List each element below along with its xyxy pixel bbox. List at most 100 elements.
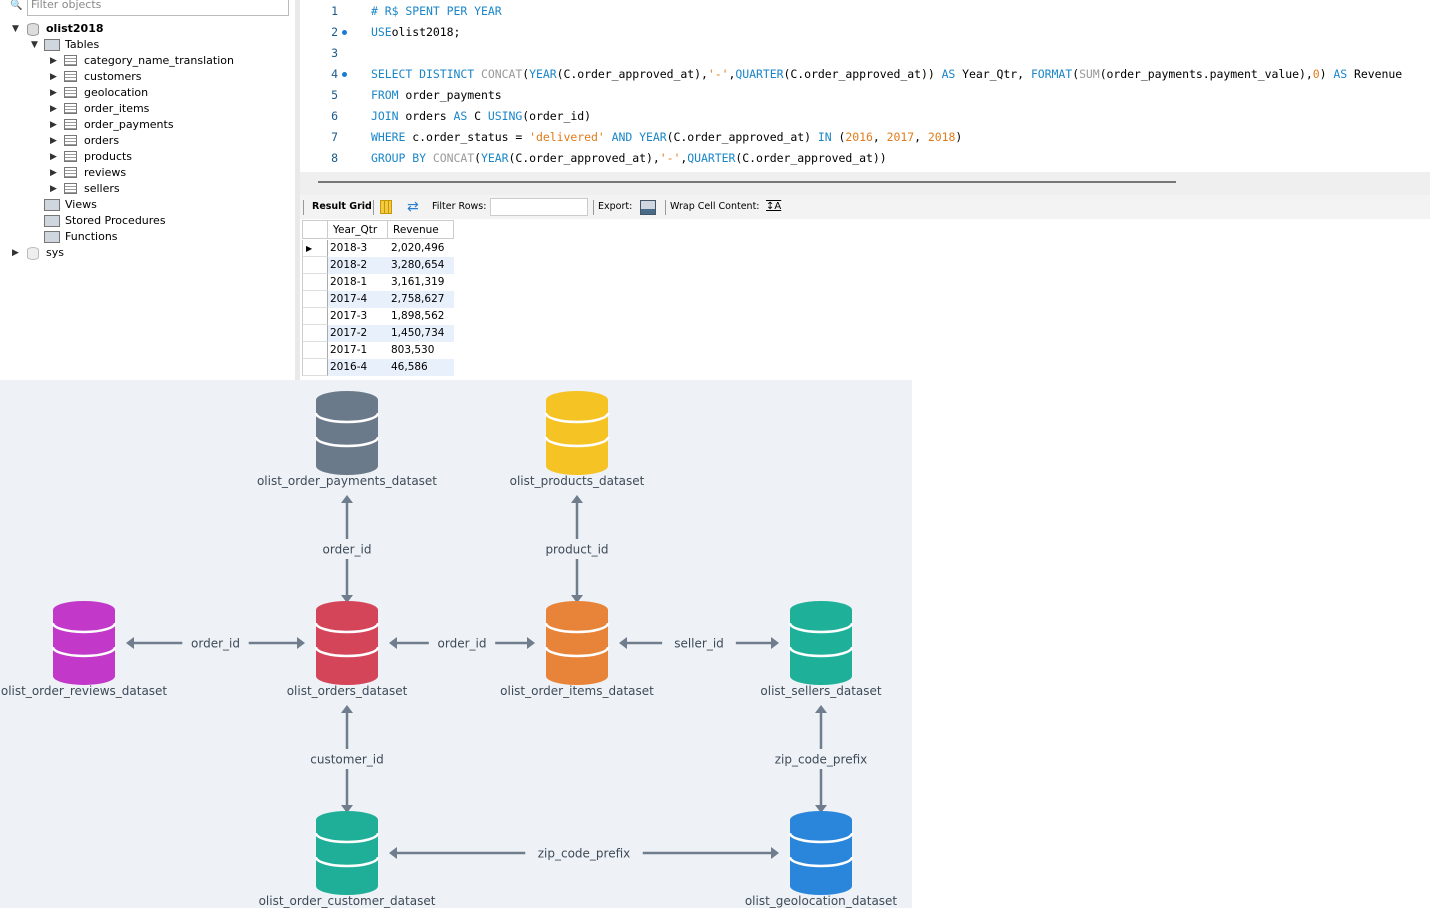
grid-cell[interactable]: 2018-3 [328, 240, 388, 257]
grid-cell[interactable]: 2017-2 [328, 325, 388, 342]
collapse-arrow-icon[interactable]: ▼ [12, 21, 19, 37]
grid-cell[interactable]: 46,586 [388, 359, 454, 376]
grid-cell[interactable]: 2018-1 [328, 274, 388, 291]
code-token: Revenue [1347, 67, 1403, 81]
column-header[interactable]: Year_Qtr [328, 220, 388, 239]
code-line[interactable]: # R$ SPENT PER YEAR [371, 4, 502, 18]
code-token: ) [955, 130, 963, 144]
table-icon [64, 167, 77, 178]
grid-cell[interactable]: 2,020,496 [388, 240, 454, 257]
expand-arrow-icon[interactable]: ▶ [50, 85, 57, 101]
row-selector[interactable] [302, 325, 328, 342]
code-token: YEAR [481, 151, 509, 165]
code-token: SELECT DISTINCT [371, 67, 481, 81]
dataset-label: olist_sellers_dataset [760, 684, 882, 698]
expand-arrow-icon[interactable]: ▶ [50, 181, 57, 197]
grid-cell[interactable]: 803,530 [388, 342, 454, 359]
database-icon [790, 820, 852, 895]
result-grid-tab[interactable]: Result Grid [312, 195, 372, 219]
export-icon[interactable] [640, 200, 656, 215]
table-icon [64, 135, 77, 146]
code-token: 'delivered' [529, 130, 605, 144]
grid-cell[interactable]: 1,898,562 [388, 308, 454, 325]
table-icon [64, 103, 77, 114]
dataset-label: olist_order_reviews_dataset [1, 684, 168, 698]
grid-cell[interactable]: 2017-1 [328, 342, 388, 359]
functions-label: Functions [65, 230, 118, 243]
line-number: 3 [331, 46, 338, 60]
schema-name: olist2018 [46, 22, 104, 35]
code-line[interactable]: SELECT DISTINCT CONCAT(YEAR(C.order_appr… [371, 67, 1402, 81]
row-selector[interactable] [302, 257, 328, 274]
code-token: c.order_status = [405, 130, 530, 144]
code-token: , [872, 130, 887, 144]
table-icon [64, 151, 77, 162]
object-navigator: 🔍 Filter objects ▼ olist2018 ▼ Tables ▶ c… [0, 0, 295, 380]
code-line[interactable]: USEolist2018; [371, 25, 460, 39]
relationship-label: seller_id [674, 637, 724, 651]
database-icon [27, 247, 39, 260]
row-selector[interactable]: ▶ [302, 240, 328, 257]
expand-arrow-icon[interactable]: ▶ [12, 245, 19, 261]
expand-arrow-icon[interactable]: ▶ [50, 69, 57, 85]
code-line[interactable]: WHERE c.order_status = 'delivered' AND Y… [371, 130, 962, 144]
splitter-handle[interactable] [318, 181, 1176, 183]
row-selector[interactable] [302, 291, 328, 308]
wrap-cell-icon[interactable]: ↕A [766, 195, 781, 219]
divider [665, 200, 666, 215]
result-toolbar: Result Grid ⇄ Filter Rows: Export: Wrap … [300, 195, 1430, 219]
statement-marker-icon [342, 30, 347, 35]
grid-cell[interactable]: 2,758,627 [388, 291, 454, 308]
expand-arrow-icon[interactable]: ▶ [50, 53, 57, 69]
expand-arrow-icon[interactable]: ▶ [50, 101, 57, 117]
line-number: 2 [331, 25, 338, 39]
collapse-arrow-icon[interactable]: ▼ [31, 37, 38, 53]
column-header[interactable]: Revenue [388, 220, 454, 239]
statement-marker-icon [342, 72, 347, 77]
code-token: FROM [371, 88, 399, 102]
code-token: C [467, 109, 488, 123]
table-name: customers [84, 70, 142, 83]
folder-icon [44, 215, 60, 227]
code-line[interactable]: JOIN orders AS C USING(order_id) [371, 109, 591, 123]
grid-cell[interactable]: 2017-4 [328, 291, 388, 308]
grid-cell[interactable]: 2018-2 [328, 257, 388, 274]
refresh-icon[interactable]: ⇄ [407, 195, 419, 219]
row-selector[interactable] [302, 308, 328, 325]
database-icon [546, 400, 608, 475]
code-token: ( [474, 151, 481, 165]
row-selector[interactable] [302, 274, 328, 291]
expand-arrow-icon[interactable]: ▶ [50, 165, 57, 181]
expand-arrow-icon[interactable]: ▶ [50, 117, 57, 133]
code-token: YEAR [529, 67, 557, 81]
row-selector[interactable] [302, 342, 328, 359]
tables-label: Tables [65, 38, 100, 51]
database-icon [316, 610, 378, 685]
grid-cell[interactable]: 2016-4 [328, 359, 388, 376]
grid-cell[interactable]: 2017-3 [328, 308, 388, 325]
filter-rows-input[interactable] [490, 198, 588, 216]
dataset-label: olist_order_payments_dataset [257, 474, 437, 488]
expand-arrow-icon[interactable]: ▶ [50, 149, 57, 165]
divider [373, 200, 374, 215]
code-token: (C.order_approved_at), [556, 67, 708, 81]
table-name: geolocation [84, 86, 149, 99]
sql-editor[interactable]: 1 # R$ SPENT PER YEAR 2 USEolist2018; 3 4 SELE… [300, 0, 1430, 172]
code-token: (C.order_approved_at)) [735, 151, 887, 165]
views-label: Views [65, 198, 97, 211]
code-token: USING [487, 109, 523, 123]
grid-cell[interactable]: 3,161,319 [388, 274, 454, 291]
row-selector[interactable] [302, 359, 328, 376]
code-line[interactable]: FROM order_payments [371, 88, 502, 102]
grid-cell[interactable]: 1,450,734 [388, 325, 454, 342]
grid-cell[interactable]: 3,280,654 [388, 257, 454, 274]
line-number: 1 [331, 4, 338, 18]
code-token: ) [1319, 67, 1334, 81]
code-token: FORMAT [1030, 67, 1073, 81]
code-line[interactable]: GROUP BY CONCAT(YEAR(C.order_approved_at… [371, 151, 887, 165]
filter-objects-input[interactable]: Filter objects [27, 0, 289, 16]
code-token: Year_Qtr, [955, 67, 1031, 81]
grid-layout-icon[interactable] [380, 200, 392, 214]
code-token: USE [371, 25, 392, 39]
expand-arrow-icon[interactable]: ▶ [50, 133, 57, 149]
